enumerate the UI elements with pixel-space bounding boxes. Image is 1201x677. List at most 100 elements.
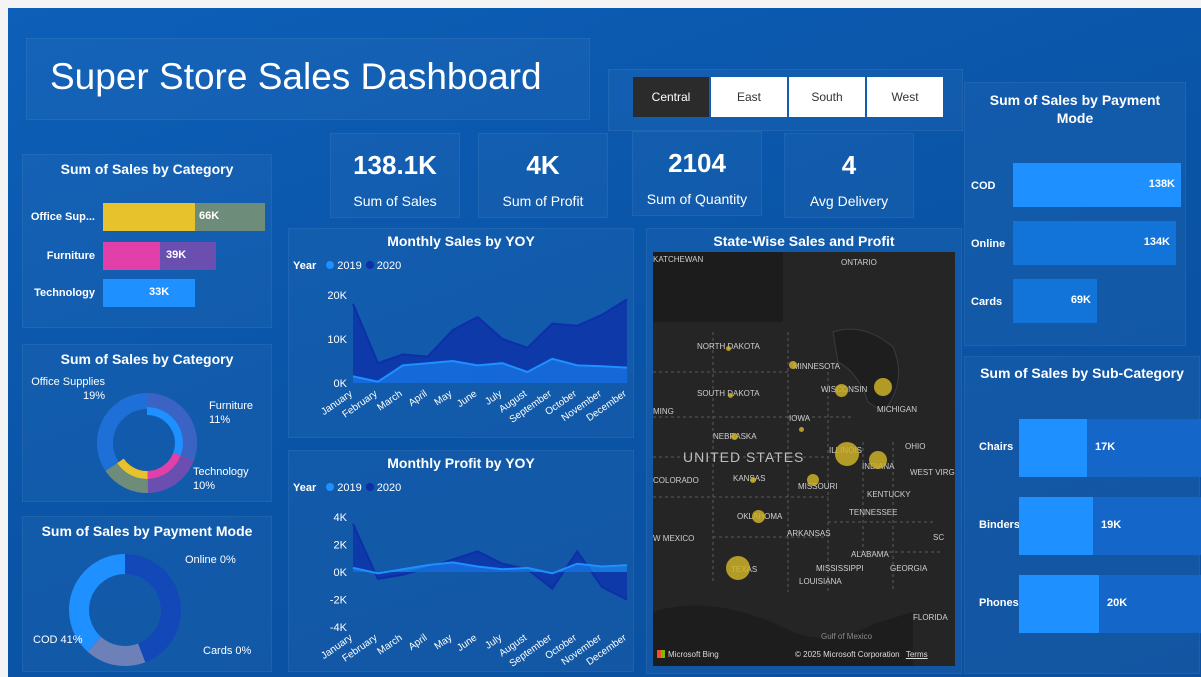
bar-binders[interactable]: 19K	[1019, 497, 1121, 555]
outer-segment-rest	[97, 393, 148, 471]
map-credit-bing: Microsoft Bing	[657, 650, 719, 659]
y-tick-label: 10K	[327, 334, 347, 346]
map-label: GEORGIA	[890, 564, 928, 573]
map-bubble[interactable]	[807, 474, 819, 486]
chart-title: Sum of Sales by Sub-Category	[980, 365, 1184, 381]
donut-label-online: Online 0%	[185, 554, 236, 566]
label-pct: 11%	[209, 414, 231, 426]
bar-label: Furniture	[46, 250, 95, 262]
chart-title: Sum of Sales by Category	[60, 161, 234, 177]
category-bar-chart[interactable]: Sum of Sales by Category Office Sup... 6…	[22, 154, 272, 328]
donut-label-cod: COD 41%	[33, 634, 83, 646]
category-donut-chart[interactable]: Sum of Sales by Category Office Supplies…	[22, 344, 272, 502]
x-tick-label: March	[375, 632, 404, 657]
label-name: Technology	[193, 466, 249, 478]
bar-label: Chairs	[979, 441, 1014, 453]
series-area-2020	[353, 523, 627, 600]
bar-value: 66K	[199, 210, 220, 222]
map-label: SC	[933, 533, 945, 542]
bar-cod[interactable]: 138K	[1013, 163, 1181, 207]
map-bubble[interactable]	[869, 451, 887, 469]
bar-label: COD	[971, 180, 996, 192]
credit-text: Microsoft Bing	[668, 650, 719, 659]
payment-donut-chart[interactable]: Sum of Sales by Payment Mode Online 0% C…	[22, 516, 272, 672]
x-tick-label: March	[375, 388, 404, 413]
label-pct: 19%	[82, 390, 105, 402]
kpi-value: 2104	[668, 148, 726, 178]
subcategory-bar-chart[interactable]: Sum of Sales by Sub-Category Chairs 17K …	[964, 356, 1201, 674]
donut-label-furniture: Furniture 11%	[209, 399, 253, 427]
kpi-card-profit[interactable]: 4K Sum of Profit	[478, 133, 608, 218]
bar-cards[interactable]: 69K	[1013, 279, 1097, 323]
map-label: LOUISIANA	[799, 577, 842, 586]
bar-value: 20K	[1107, 597, 1128, 609]
map-label: ARKANSAS	[787, 529, 831, 538]
y-tick-label: 2K	[334, 540, 348, 552]
y-tick-label: 4K	[334, 512, 348, 524]
map-label: OHIO	[905, 442, 926, 451]
monthly-profit-chart[interactable]: Monthly Profit by YOY Year 2019 2020 4K 2K 0…	[288, 450, 634, 672]
map-bubble[interactable]	[799, 427, 804, 432]
monthly-sales-chart[interactable]: Monthly Sales by YOY Year 2019 2020 20K 10K…	[288, 228, 634, 438]
y-tick-label: 0K	[334, 378, 348, 390]
bar-furniture-remainder: 39K	[160, 242, 216, 270]
map-label: MICHIGAN	[877, 405, 917, 414]
map-label: MINNESOTA	[793, 362, 840, 371]
map-bubble[interactable]	[835, 442, 859, 466]
bar-office-supplies[interactable]	[103, 203, 195, 231]
slicer-option-west[interactable]: West	[867, 77, 943, 117]
credit-text: © 2025 Microsoft Corporation	[795, 650, 900, 659]
map-bubble[interactable]	[752, 510, 765, 523]
chart-title: State-Wise Sales and Profit	[713, 233, 895, 249]
map-label: ALABAMA	[851, 550, 889, 559]
page-title: Super Store Sales Dashboard	[50, 56, 542, 97]
bar-office-supplies-remainder: 66K	[195, 203, 265, 231]
map-label: Gulf of Mexico	[821, 632, 873, 641]
bar-phones[interactable]: 20K	[1019, 575, 1127, 633]
kpi-card-quantity[interactable]: 2104 Sum of Quantity	[632, 131, 762, 216]
y-tick-label: 0K	[334, 567, 348, 579]
label-pct: 10%	[193, 480, 216, 492]
y-tick-label: -4K	[330, 622, 348, 634]
map-bubble[interactable]	[750, 477, 756, 483]
kpi-card-delivery[interactable]: 4 Avg Delivery	[784, 133, 914, 218]
x-tick-label: May	[433, 388, 455, 408]
map-label: KATCHEWAN	[653, 255, 704, 264]
map-bubble[interactable]	[835, 384, 848, 397]
state-map[interactable]: NORTH DAKOTA SOUTH DAKOTA NEBRASKA KANSA…	[653, 252, 955, 666]
map-bubble[interactable]	[726, 556, 750, 580]
map-bubble[interactable]	[731, 433, 738, 440]
slicer-option-south[interactable]: South	[789, 77, 865, 117]
kpi-label: Sum of Sales	[353, 193, 437, 209]
map-bubble[interactable]	[726, 346, 731, 351]
terms-link[interactable]: Terms	[906, 650, 928, 659]
bar-furniture[interactable]	[103, 242, 160, 270]
map-bubble[interactable]	[874, 378, 892, 396]
payment-bar-chart[interactable]: Sum of Sales by Payment Mode COD 138K On…	[964, 82, 1186, 346]
kpi-card-sales[interactable]: 138.1K Sum of Sales	[330, 133, 460, 218]
x-tick-label: April	[407, 388, 430, 408]
donut-label-technology: Technology 10%	[193, 465, 249, 493]
slicer-option-east[interactable]: East	[711, 77, 787, 117]
kpi-label: Sum of Quantity	[646, 191, 748, 207]
slicer-option-central[interactable]: Central	[633, 77, 709, 117]
chart-title: Sum of Sales by Payment Mode	[989, 92, 1161, 126]
bar-value: 138K	[1148, 178, 1175, 190]
region-slicer: Central East South West	[633, 77, 945, 117]
dashboard-canvas: Super Store Sales Dashboard Central East…	[8, 8, 1201, 677]
map-country-label: UNITED STATES	[683, 449, 805, 465]
x-tick-label: April	[407, 632, 430, 652]
kpi-value: 138.1K	[353, 150, 437, 180]
bar-label: Office Sup...	[30, 211, 95, 223]
bar-online[interactable]: 134K	[1013, 221, 1176, 265]
bar-value: 17K	[1095, 441, 1116, 453]
map-label: W MEXICO	[653, 534, 695, 543]
kpi-value: 4K	[526, 150, 560, 180]
map-bubble[interactable]	[728, 393, 733, 398]
bar-technology[interactable]: 33K	[103, 279, 195, 307]
map-label: MISSISSIPPI	[816, 564, 864, 573]
x-tick-label: June	[455, 632, 479, 654]
kpi-label: Avg Delivery	[809, 193, 889, 209]
bar-chairs[interactable]: 17K	[1019, 419, 1115, 477]
map-bubble[interactable]	[789, 361, 797, 369]
